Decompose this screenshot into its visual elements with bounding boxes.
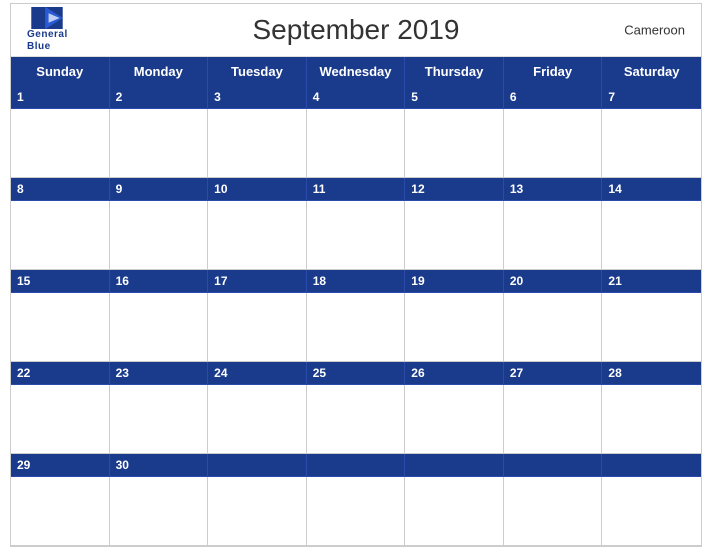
date-num-7: 7 [602,86,701,108]
day-headers-row: Sunday Monday Tuesday Wednesday Thursday… [11,57,701,86]
date-num-18: 18 [307,270,406,292]
date-num-empty [405,454,504,476]
date-num-5: 5 [405,86,504,108]
date-num-4: 4 [307,86,406,108]
content-cell-empty-6 [602,477,701,545]
content-cell-21 [602,293,701,361]
date-num-29: 29 [11,454,110,476]
date-num-26: 26 [405,362,504,384]
content-cell-empty-3 [307,477,406,545]
content-cell-18 [307,293,406,361]
date-num-9: 9 [110,178,209,200]
date-num-16: 16 [110,270,209,292]
content-cell-empty-4 [405,477,504,545]
content-cell-22 [11,385,110,453]
date-num-10: 10 [208,178,307,200]
date-num-17: 17 [208,270,307,292]
week-5-numbers: 2930 [11,454,701,477]
date-num-24: 24 [208,362,307,384]
content-cell-15 [11,293,110,361]
date-num-8: 8 [11,178,110,200]
header-sunday: Sunday [11,57,110,86]
date-num-2: 2 [110,86,209,108]
calendar: General Blue September 2019 Cameroon Sun… [10,3,702,547]
content-cell-26 [405,385,504,453]
content-cell-19 [405,293,504,361]
content-cell-28 [602,385,701,453]
date-num-1: 1 [11,86,110,108]
content-cell-5 [405,109,504,177]
date-num-27: 27 [504,362,603,384]
date-num-empty [208,454,307,476]
week-2-numbers: 891011121314 [11,178,701,201]
date-num-12: 12 [405,178,504,200]
content-cell-23 [110,385,209,453]
date-num-15: 15 [11,270,110,292]
content-cell-8 [11,201,110,269]
week-4-numbers: 22232425262728 [11,362,701,385]
content-cell-empty-5 [504,477,603,545]
date-num-13: 13 [504,178,603,200]
date-num-6: 6 [504,86,603,108]
date-num-empty [307,454,406,476]
date-num-25: 25 [307,362,406,384]
content-cell-12 [405,201,504,269]
content-cell-25 [307,385,406,453]
content-cell-11 [307,201,406,269]
content-cell-13 [504,201,603,269]
header-thursday: Thursday [405,57,504,86]
content-cell-30 [110,477,209,545]
content-cell-empty-2 [208,477,307,545]
content-cell-4 [307,109,406,177]
header-saturday: Saturday [602,57,701,86]
week-3-content [11,293,701,362]
date-num-19: 19 [405,270,504,292]
date-num-23: 23 [110,362,209,384]
date-num-3: 3 [208,86,307,108]
calendar-header: General Blue September 2019 Cameroon [11,4,701,57]
content-cell-9 [110,201,209,269]
date-num-30: 30 [110,454,209,476]
content-cell-7 [602,109,701,177]
header-wednesday: Wednesday [307,57,406,86]
header-monday: Monday [110,57,209,86]
date-num-22: 22 [11,362,110,384]
content-cell-20 [504,293,603,361]
content-cell-2 [110,109,209,177]
content-cell-1 [11,109,110,177]
logo-text: General Blue [27,29,68,53]
header-tuesday: Tuesday [208,57,307,86]
content-cell-17 [208,293,307,361]
content-cell-24 [208,385,307,453]
date-num-20: 20 [504,270,603,292]
week-1-numbers: 1234567 [11,86,701,109]
date-num-14: 14 [602,178,701,200]
date-num-28: 28 [602,362,701,384]
week-1-content [11,109,701,178]
header-friday: Friday [504,57,603,86]
content-cell-3 [208,109,307,177]
calendar-title: September 2019 [252,14,459,46]
date-num-empty [504,454,603,476]
content-cell-29 [11,477,110,545]
week-3-numbers: 15161718192021 [11,270,701,293]
content-cell-10 [208,201,307,269]
week-4-content [11,385,701,454]
date-num-21: 21 [602,270,701,292]
content-cell-27 [504,385,603,453]
content-cell-14 [602,201,701,269]
week-5-content [11,477,701,546]
country-label: Cameroon [624,23,685,38]
logo: General Blue [27,7,68,53]
date-num-empty [602,454,701,476]
week-2-content [11,201,701,270]
date-num-11: 11 [307,178,406,200]
content-cell-16 [110,293,209,361]
calendar-body: 1234567891011121314151617181920212223242… [11,86,701,546]
content-cell-6 [504,109,603,177]
